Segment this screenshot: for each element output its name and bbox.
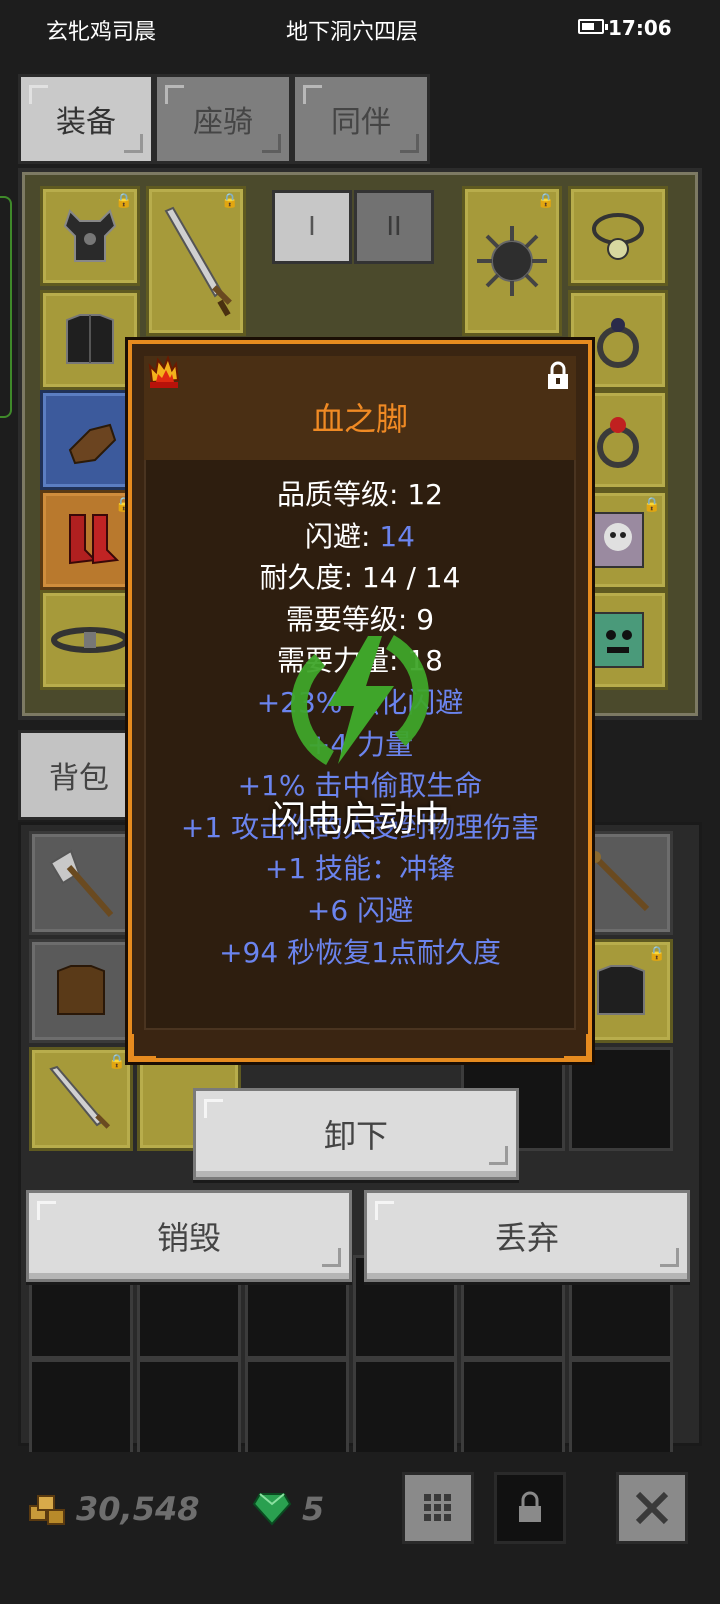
drop-button[interactable]: 丢弃 — [364, 1190, 690, 1282]
item-stat-label: 闪避: — [305, 519, 380, 553]
spiked-shield-icon — [465, 189, 559, 333]
leather-armor-icon — [32, 942, 130, 1040]
fire-icon — [148, 355, 180, 388]
equip-page-2-label: II — [386, 212, 402, 242]
tab-companion-label: 同伴 — [331, 105, 391, 140]
backpack-slot[interactable] — [29, 831, 133, 935]
clock: 17:06 — [608, 16, 672, 40]
backpack-slot[interactable] — [29, 939, 133, 1043]
item-stat-value: 14 / 14 — [361, 561, 461, 595]
lock-icon — [519, 1491, 541, 1522]
item-stat-label: 品质等级: — [277, 478, 408, 511]
destroy-button[interactable]: 销毁 — [26, 1190, 352, 1282]
unequip-label: 卸下 — [323, 1117, 388, 1155]
item-stat-line: +6 闪避 — [132, 890, 588, 932]
item-stat-line: 耐久度: 14 / 14 — [132, 557, 588, 599]
player-name: 玄牝鸡司晨 — [46, 20, 157, 45]
slot-necklace[interactable] — [568, 186, 668, 286]
close-button[interactable] — [616, 1472, 688, 1544]
grid-icon — [424, 1494, 451, 1521]
backpack-slot[interactable] — [137, 1359, 241, 1463]
slot-boots[interactable]: 🔒 — [40, 490, 140, 590]
slot-amulet-armor[interactable]: 🔒 — [40, 186, 140, 286]
lock-toggle-button[interactable] — [494, 1472, 566, 1544]
lightning-bolt-icon — [290, 630, 430, 770]
backpack-slot[interactable] — [569, 1359, 673, 1463]
unequip-button[interactable]: 卸下 — [193, 1088, 519, 1180]
backpack-slot[interactable] — [29, 1359, 133, 1463]
slot-chest[interactable] — [40, 290, 140, 390]
lock-icon: 🔒 — [537, 193, 555, 209]
item-name: 血之脚 — [311, 400, 408, 438]
item-stat-line: +94 秒恢复1点耐久度 — [132, 932, 588, 974]
item-stat-value: 14 — [379, 519, 415, 553]
backpack-slot[interactable]: 🔒 — [29, 1047, 133, 1151]
item-stat-line: 品质等级: 12 — [132, 474, 588, 516]
item-stat-label: +94 秒恢复1点耐久度 — [219, 935, 501, 969]
item-stat-label: +6 闪避 — [306, 893, 414, 927]
item-stat-line: +1 技能：冲锋 — [132, 848, 588, 890]
tab-mount-label: 座骑 — [193, 105, 253, 140]
item-stat-value: 12 — [407, 478, 443, 511]
equip-page-1-button[interactable]: I — [272, 190, 352, 264]
necklace-icon — [571, 189, 665, 283]
backpack-slot[interactable] — [569, 1047, 673, 1151]
close-icon — [635, 1491, 669, 1525]
drop-label: 丢弃 — [494, 1219, 559, 1257]
gold-coins-icon — [29, 1495, 65, 1525]
gold-amount: 30,548 — [76, 1490, 200, 1528]
belt-icon — [43, 593, 137, 687]
location-name: 地下洞穴四层 — [286, 20, 419, 45]
item-stat-label: +1 技能：冲锋 — [264, 852, 456, 886]
equip-page-1-label: I — [308, 212, 316, 242]
lock-icon: 🔒 — [648, 946, 666, 962]
side-drawer-handle[interactable] — [0, 196, 12, 418]
lock-icon[interactable] — [544, 360, 572, 392]
corner-ornament — [564, 1034, 590, 1060]
lock-icon: 🔒 — [108, 1054, 126, 1070]
gloves-icon — [43, 393, 137, 487]
chestplate-icon — [43, 293, 137, 387]
bottom-bar — [0, 1452, 720, 1604]
corner-ornament — [130, 1034, 156, 1060]
sword-icon — [149, 189, 243, 333]
item-stat-line: 闪避: 14 — [132, 516, 588, 558]
lock-icon: 🔒 — [115, 193, 133, 209]
battery-icon — [578, 19, 608, 34]
destroy-label: 销毁 — [156, 1219, 221, 1257]
slot-belt[interactable] — [40, 590, 140, 690]
backpack-slot[interactable] — [461, 1359, 565, 1463]
slot-gloves[interactable] — [40, 390, 140, 490]
tab-backpack-label: 背包 — [49, 761, 109, 796]
gem-amount: 5 — [302, 1490, 325, 1528]
lightning-status-text: 闪电启动中 — [269, 799, 450, 840]
item-stat-label: 耐久度: — [259, 561, 362, 595]
slot-weapon[interactable]: 🔒 — [146, 186, 246, 336]
tab-mount[interactable]: 座骑 — [154, 74, 292, 164]
backpack-slot[interactable] — [245, 1359, 349, 1463]
tab-equipment[interactable]: 装备 — [18, 74, 154, 164]
slot-offhand[interactable]: 🔒 — [462, 186, 562, 336]
axe-icon — [32, 834, 130, 932]
emerald-icon — [252, 1493, 292, 1526]
status-bar: 玄牝鸡司晨 地下洞穴四层 17:06 — [0, 0, 720, 58]
tab-equipment-label: 装备 — [56, 105, 116, 140]
equip-page-2-button[interactable]: II — [354, 190, 434, 264]
lock-icon: 🔒 — [643, 497, 661, 513]
backpack-slot[interactable] — [353, 1359, 457, 1463]
lock-icon: 🔒 — [221, 193, 239, 209]
tab-companion[interactable]: 同伴 — [292, 74, 430, 164]
sort-grid-button[interactable] — [402, 1472, 474, 1544]
